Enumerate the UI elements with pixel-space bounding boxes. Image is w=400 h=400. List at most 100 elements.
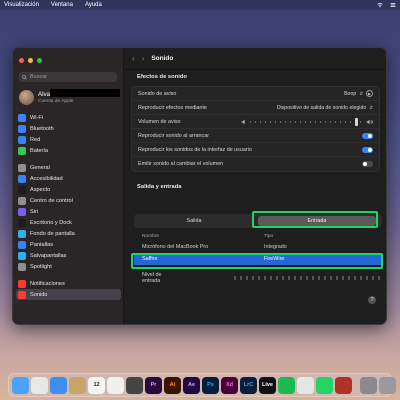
sidebar-item-label: Fondo de pantalla [30, 230, 75, 237]
search-field[interactable]: Buscar [19, 72, 117, 82]
lightroom-icon[interactable]: LrC [240, 376, 257, 394]
calculator-icon[interactable] [126, 376, 143, 394]
device-type: Integrado [264, 244, 287, 250]
sidebar-item-label: Bluetooth [30, 125, 54, 132]
spotify-icon[interactable] [278, 376, 295, 394]
wifi-status-icon[interactable] [377, 2, 383, 8]
sidebar-item-label: Siri [30, 208, 39, 215]
contacts-icon[interactable] [69, 376, 86, 394]
sidebar-item-aspecto[interactable]: Aspecto [16, 184, 121, 195]
slider-knob[interactable] [355, 117, 359, 126]
photoshop-icon[interactable]: Ps [202, 376, 219, 394]
play-through-popup[interactable]: Dispositivo de salida de sonido elegido [277, 105, 366, 111]
sidebar-item-accesibilidad[interactable]: Accesibilidad [16, 173, 121, 184]
input-level-meter [234, 276, 382, 280]
whatsapp-icon[interactable] [316, 376, 333, 394]
sidebar-item-notificaciones[interactable]: Notificaciones [16, 278, 121, 289]
sidebar-item-general[interactable]: General [16, 162, 121, 173]
accessibility-icon [18, 174, 26, 183]
notes-icon[interactable] [107, 376, 124, 394]
xd-icon[interactable]: Xd [221, 376, 238, 394]
dock: 12 Pr Ai Ae Ps Xd LrC Live [8, 373, 396, 397]
calendar-icon[interactable]: 12 [88, 376, 105, 394]
zoom-window-button[interactable] [37, 58, 42, 63]
sidebar-item-sonido[interactable]: Sonido [16, 289, 121, 300]
control-center-menubar-icon[interactable] [390, 2, 396, 8]
camo-icon[interactable] [297, 376, 314, 394]
user-subtitle: Cuenta de Apple [38, 98, 74, 104]
sidebar-item-label: Centro de control [30, 197, 73, 204]
sidebar-item-wi-fi[interactable]: Wi-Fi [16, 112, 121, 123]
trash-icon[interactable] [379, 376, 396, 394]
wallpaper-icon [18, 229, 26, 238]
sidebar-item-pantallas[interactable]: Pantallas [16, 239, 121, 250]
sidebar-item-red[interactable]: Red [16, 134, 121, 145]
menu-app-name[interactable]: Visualización [4, 2, 39, 8]
avatar [19, 89, 34, 105]
sidebar-item-centro-de-control[interactable]: Centro de control [16, 195, 121, 206]
close-window-button[interactable] [19, 58, 24, 63]
play-icon[interactable]: ▶ [366, 90, 373, 97]
chrome-icon[interactable] [31, 376, 48, 394]
sidebar-item-batería[interactable]: Batería [16, 145, 121, 156]
illustrator-icon[interactable]: Ai [164, 376, 181, 394]
premiere-icon[interactable]: Pr [145, 376, 162, 394]
menu-item-help[interactable]: Ayuda [85, 2, 102, 8]
highlight-selected-device [131, 253, 383, 269]
sidebar-item-label: Salvapantallas [30, 252, 67, 259]
sidebar-item-fondo-de-pantalla[interactable]: Fondo de pantalla [16, 228, 121, 239]
redaction-bar [50, 89, 120, 97]
sidebar-item-escritorio-y-dock[interactable]: Escritorio y Dock [16, 217, 121, 228]
screensaver-icon [18, 251, 26, 260]
sidebar-item-label: Accesibilidad [30, 175, 63, 182]
window-controls [19, 58, 42, 63]
sidebar-item-siri[interactable]: Siri [16, 206, 121, 217]
input-level-row: Nivel de entrada [134, 271, 382, 285]
alert-volume-label: Volumen de aviso [138, 118, 181, 125]
ableton-icon[interactable]: Live [259, 376, 276, 394]
volume-feedback-row: Emitir sonido al cambiar el volumen [132, 157, 379, 171]
column-name: Nombre [142, 234, 160, 239]
spotlight-icon [18, 262, 26, 271]
volume-feedback-label: Emitir sonido al cambiar el volumen [138, 161, 224, 167]
device-name: Micrófono del MacBook Pro [142, 244, 209, 250]
desktop-dock-icon [18, 218, 26, 227]
minimize-window-button[interactable] [28, 58, 33, 63]
sidebar-item-spotlight[interactable]: Spotlight [16, 261, 121, 272]
bluetooth-icon [18, 124, 26, 133]
sidebar-item-bluetooth[interactable]: Bluetooth [16, 123, 121, 134]
settings-app-icon[interactable] [360, 376, 377, 394]
alert-volume-slider[interactable] [250, 117, 363, 126]
speaker-low-icon [241, 119, 245, 124]
mail-icon[interactable] [50, 376, 67, 394]
siri-icon [18, 207, 26, 216]
sidebar: Buscar Alvaro Cuenta de Apple Wi-Fi Bluet… [13, 48, 124, 324]
tab-output[interactable]: Salida [138, 216, 250, 226]
finder-icon[interactable] [12, 376, 29, 394]
menu-item-window[interactable]: Ventana [51, 2, 73, 8]
sidebar-item-label: Aspecto [30, 186, 51, 193]
table-row[interactable]: Micrófono del MacBook Pro Integrado [134, 241, 382, 253]
toolbar: ‹ › Sonido [125, 48, 386, 70]
search-icon [22, 74, 27, 80]
chevron-updown-icon: ⇵ [369, 104, 373, 110]
alert-sound-row: Sonido de aviso Boop ⇵ ▶ [132, 87, 379, 101]
chevron-right-icon[interactable]: › [142, 54, 145, 63]
alert-sound-popup[interactable]: Boop [344, 91, 356, 97]
wifi-icon [18, 113, 26, 122]
ui-sounds-toggle[interactable] [362, 146, 373, 153]
chevron-left-icon[interactable]: ‹ [132, 54, 135, 63]
sidebar-item-salvapantallas[interactable]: Salvapantallas [16, 250, 121, 261]
gear-icon [18, 163, 26, 172]
after-effects-icon[interactable]: Ae [183, 376, 200, 394]
startup-sound-label: Reproducir sonido al arrancar [138, 132, 210, 139]
apple-account-item[interactable]: Alvaro Cuenta de Apple [19, 88, 123, 106]
play-through-label: Reproducir efectos mediante [138, 104, 207, 111]
speaker-icon [18, 290, 26, 299]
filezilla-icon[interactable] [335, 376, 352, 394]
alert-sound-label: Sonido de aviso [138, 90, 177, 97]
startup-sound-toggle[interactable] [362, 132, 373, 139]
help-button[interactable]: ? [368, 296, 376, 304]
volume-feedback-toggle[interactable] [362, 161, 373, 167]
sound-effects-group: Sonido de aviso Boop ⇵ ▶ Reproducir efec… [131, 86, 380, 172]
